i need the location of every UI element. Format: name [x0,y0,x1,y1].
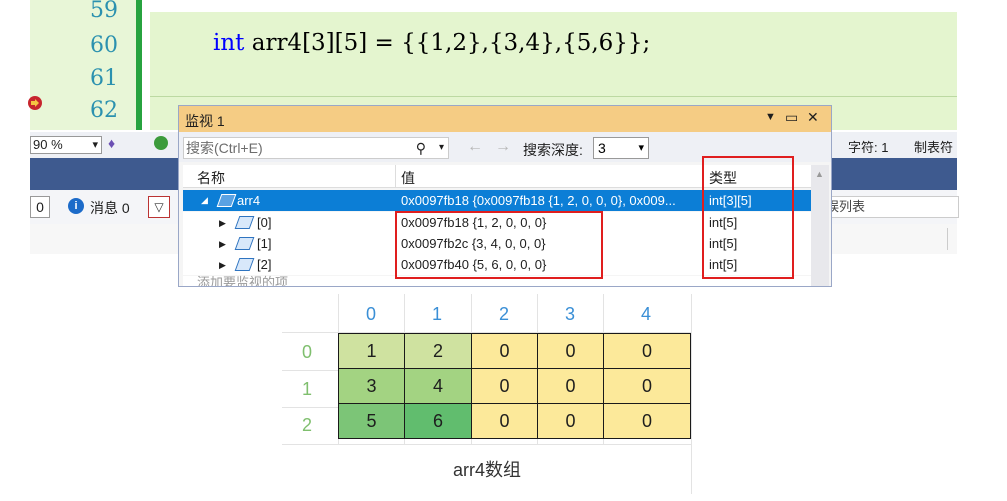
search-icon[interactable]: ⚲ [416,138,426,158]
change-marker-bar [136,0,142,130]
no-issues-icon[interactable] [154,136,168,150]
code-line-60[interactable]: int arr4[3][5] = {{1,2},{3,4},{5,6}}; [213,30,650,56]
search-previous-arrow-icon[interactable]: ← [467,138,483,156]
col-header: 1 [431,304,442,324]
row-header: 2 [301,415,312,435]
intellicode-icon[interactable]: ♦ [108,135,115,151]
highlight-box-types [702,156,794,279]
array-cell: 2 [404,333,472,369]
array-cell: 6 [404,403,472,439]
error-list-search-input[interactable]: 误列表 [825,196,959,218]
highlight-box-values [395,211,603,279]
code-text: arr4[3][5] = {{1,2},{3,4},{5,6}}; [244,30,651,56]
expand-arrow-icon[interactable]: ▶ [219,213,226,234]
variable-icon [234,237,255,250]
array-cell: 4 [404,368,472,404]
variable-icon [216,194,237,207]
breakpoint-arrow-icon[interactable] [28,96,42,110]
line-number-59: 59 [90,0,118,23]
row-header: 0 [301,342,312,362]
watch-row-name: [2] [257,257,272,272]
watch-title-bar[interactable]: 监视 1 ▼ ▭ ✕ [179,106,831,132]
array-cell: 0 [537,403,604,439]
col-header: 2 [498,304,509,324]
figure-caption: arr4数组 [452,460,521,480]
array-cell: 0 [537,333,604,369]
watch-title: 监视 1 [185,113,225,129]
tab-mode[interactable]: 制表符 [914,137,953,156]
search-depth-select[interactable]: 3 [593,137,649,159]
info-icon: i [68,198,84,214]
line-number-60: 60 [90,33,118,58]
search-next-arrow-icon[interactable]: → [495,138,511,156]
watch-row-name: [0] [257,215,272,230]
zoom-select[interactable]: 90 % [30,136,102,154]
search-placeholder: 搜索(Ctrl+E) [186,140,263,156]
array-cell: 0 [603,333,691,369]
watch-scrollbar[interactable] [811,165,829,286]
array-cell: 0 [471,333,538,369]
column-header-value[interactable]: 值 [401,168,415,188]
window-menu-chevron-icon[interactable]: ▼ [765,111,776,123]
array-cell: 0 [471,368,538,404]
grid-line [282,444,692,445]
col-header: 0 [365,304,376,324]
col-header: 4 [640,304,651,324]
array-figure: 0 1 2 3 4 0 1 2 1 2 0 0 0 3 4 0 0 0 5 6 … [282,294,692,494]
array-cell: 0 [537,368,604,404]
search-options-chevron-icon[interactable]: ▾ [439,138,444,158]
code-keyword: int [213,30,245,56]
variable-icon [234,216,255,229]
expand-arrow-icon[interactable]: ▶ [219,234,226,255]
add-watch-item-label: 添加要监视的项 [197,275,289,287]
watch-search-input[interactable]: 搜索(Ctrl+E) ⚲ ▾ [183,137,449,159]
column-divider [947,228,948,250]
variable-icon [234,258,255,271]
collapse-arrow-icon[interactable]: ◢ [201,190,208,211]
char-position[interactable]: 字符: 1 [848,137,888,156]
col-header: 3 [564,304,575,324]
array-cell: 0 [603,403,691,439]
search-depth-label: 搜索深度: [523,142,583,158]
array-cell: 5 [338,403,405,439]
watch-window[interactable]: 监视 1 ▼ ▭ ✕ 搜索(Ctrl+E) ⚲ ▾ ← → 搜索深度: 3 名称… [178,105,832,287]
column-header-name[interactable]: 名称 [197,168,225,188]
watch-row-name: arr4 [237,193,261,208]
array-cell: 1 [338,333,405,369]
array-cell: 3 [338,368,405,404]
row-header: 1 [301,379,312,399]
array-cell: 0 [471,403,538,439]
line-number-62: 62 [90,98,118,123]
line-number-61: 61 [90,66,118,91]
expand-arrow-icon[interactable]: ▶ [219,255,226,276]
maximize-icon[interactable]: ▭ [785,109,798,126]
column-divider[interactable] [395,165,396,187]
filter-icon[interactable]: ▽ [148,196,170,218]
watch-row-value[interactable]: 0x0097fb18 {0x0097fb18 {1, 2, 0, 0, 0}, … [401,190,703,211]
array-cell: 0 [603,368,691,404]
messages-button[interactable]: 消息 0 [90,198,130,218]
close-icon[interactable]: ✕ [807,109,819,126]
error-count-button[interactable]: 0 [30,196,50,218]
watch-row-name: [1] [257,236,272,251]
